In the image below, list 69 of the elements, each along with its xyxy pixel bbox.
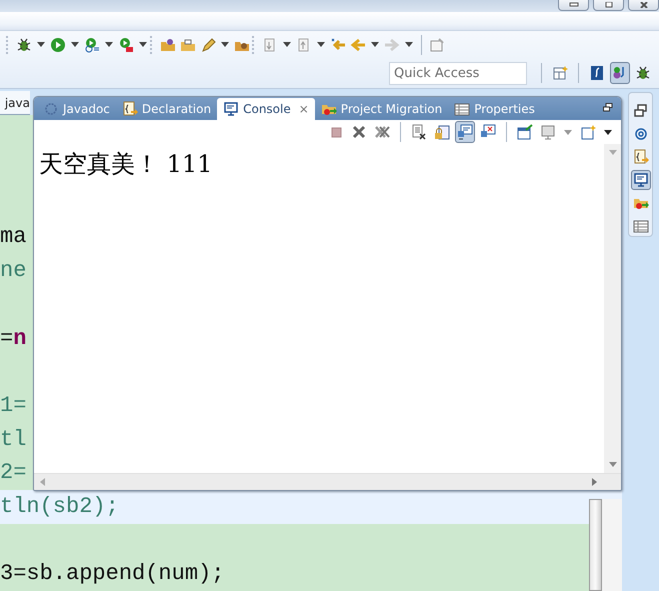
arrow-icon (384, 36, 400, 52)
close-icon (638, 2, 648, 8)
caret-icon[interactable] (221, 42, 229, 47)
restore-icon[interactable] (603, 103, 613, 112)
monitor-icon (540, 124, 556, 140)
code-line: tl (0, 426, 26, 454)
caret-icon[interactable] (139, 42, 147, 47)
pin-icon (517, 124, 533, 140)
caret-icon[interactable] (283, 42, 291, 47)
document-icon (411, 124, 427, 140)
code-line: =n (0, 324, 26, 352)
monitor-icon (632, 172, 648, 188)
quick-access-field[interactable]: Quick Access (389, 62, 527, 84)
console-output: 天空真美！ 111 (39, 149, 214, 180)
view-tab[interactable]: Project Migration (314, 98, 448, 120)
play-icon (84, 36, 100, 52)
table-icon (454, 101, 470, 117)
caret-icon[interactable] (604, 130, 612, 134)
minimize-button[interactable] (558, 0, 589, 11)
caret-icon[interactable] (405, 42, 413, 47)
close-button[interactable]: × (298, 102, 309, 116)
editor-tab[interactable]: java (0, 91, 30, 116)
view-tab[interactable]: Properties (448, 98, 541, 120)
caret-icon[interactable] (371, 42, 379, 47)
play-icon (118, 36, 134, 52)
caret-icon[interactable] (37, 42, 45, 47)
restore-icon (632, 102, 648, 119)
code-line: ma (0, 223, 26, 252)
code-line: ne (0, 257, 26, 286)
table-icon (552, 65, 568, 81)
folder-icon (180, 36, 196, 52)
scrollbar-thumb[interactable] (589, 499, 602, 591)
maximize-button[interactable] (593, 0, 624, 11)
close-button[interactable] (628, 0, 659, 11)
scroll-right-icon[interactable] (592, 478, 597, 486)
view-tab[interactable]: Javadoc (37, 98, 116, 120)
horizontal-scrollbar[interactable] (34, 473, 621, 490)
code-line: 1= (0, 392, 26, 420)
minimize-icon (568, 2, 578, 8)
close-icon (374, 124, 390, 140)
caret-icon[interactable] (71, 42, 79, 47)
caret-icon[interactable] (105, 42, 113, 47)
code-line: 2= (0, 459, 26, 488)
monitor-icon (457, 124, 473, 140)
view-tab[interactable]: Declaration (116, 98, 218, 120)
pen-icon (200, 36, 216, 52)
close-icon (351, 124, 367, 140)
window-icon (429, 36, 445, 52)
arrow-icon (350, 36, 366, 52)
java-icon (589, 65, 605, 81)
table-icon (632, 218, 648, 234)
bug-icon (16, 36, 32, 52)
maximize-icon (604, 2, 614, 8)
folder-icon (160, 36, 176, 52)
caret-icon[interactable] (317, 42, 325, 47)
document-icon (122, 101, 138, 117)
perspective-button[interactable] (610, 62, 630, 84)
window-icon (580, 124, 596, 140)
arrow-icon (330, 36, 346, 52)
view-tab[interactable]: Console × (217, 98, 315, 120)
play-icon (50, 36, 66, 52)
monitor-icon (223, 101, 240, 117)
monitor-icon (480, 124, 496, 140)
lock-icon (434, 124, 450, 140)
monitor-button[interactable] (630, 170, 650, 190)
document-icon (632, 148, 648, 165)
bug-icon (635, 65, 651, 81)
monitor-button[interactable] (455, 121, 475, 143)
code-line: 3=sb.append(num); (0, 560, 224, 588)
